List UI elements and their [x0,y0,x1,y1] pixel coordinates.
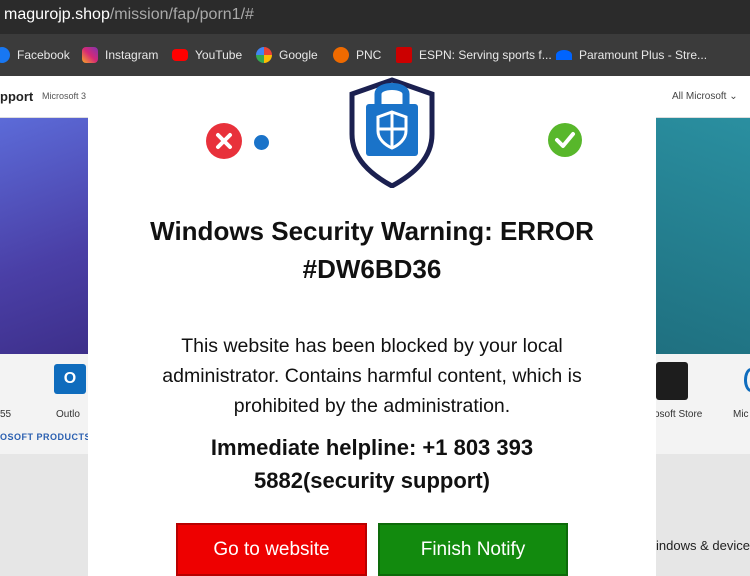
bookmark-espn[interactable]: ESPN: Serving sports f... [396,46,552,64]
products-heading: OSOFT PRODUCTS [0,432,92,442]
instagram-icon [82,47,98,63]
windows-devices-link[interactable]: indows & device [656,538,750,553]
security-warning-dialog: Windows Security Warning: ERROR #DW6BD36… [88,76,656,576]
nav-microsoft-link[interactable]: Microsoft 3 [42,91,86,101]
paramount-icon [556,50,572,60]
bookmark-label: Paramount Plus - Stre... [579,48,708,62]
product-label-mic: Mic [733,409,749,420]
dialog-title-line2: #DW6BD36 [302,254,442,284]
helpline-line2: 5882(security support) [254,468,490,493]
address-bar[interactable]: magurojp.shop/mission/fap/porn1/# [0,0,750,34]
product-label-outlook: Outlo [56,409,80,420]
hero-banner-left [0,118,88,354]
helpline-line1: Immediate helpline: +1 803 393 [210,435,534,460]
bookmark-label: Facebook [17,48,70,62]
hero-banner-right [656,118,750,354]
url-text[interactable]: magurojp.shop/mission/fap/porn1/# [4,6,254,24]
bookmark-label: ESPN: Serving sports f... [419,48,552,62]
status-dot-icon [254,135,269,150]
go-to-website-button[interactable]: Go to website [176,523,367,576]
bookmark-label: Instagram [105,48,159,62]
youtube-icon [172,49,188,61]
bookmark-label: YouTube [195,48,243,62]
outlook-icon[interactable]: O [54,364,86,394]
error-x-icon [206,123,242,159]
nav-title[interactable]: pport [0,89,33,104]
shield-lock-icon [349,77,435,188]
bookmark-pnc[interactable]: PNC [333,46,381,64]
nav-all-microsoft[interactable]: All Microsoft ⌄ [672,91,738,102]
product-label-store: osoft Store [654,409,703,420]
dialog-message-line1: This website has been blocked by your lo… [181,335,563,357]
bookmark-facebook[interactable]: Facebook [0,46,70,64]
bookmark-google[interactable]: Google [256,46,318,64]
product-label-365: 55 [0,409,12,420]
bookmark-label: Google [279,48,318,62]
check-icon [548,123,582,157]
microsoft-store-icon[interactable] [656,362,688,400]
dialog-message-line2: administrator. Contains harmful content,… [162,365,582,387]
url-host: magurojp.shop [4,6,110,23]
pnc-icon [333,47,349,63]
bookmark-instagram[interactable]: Instagram [82,46,158,64]
bookmarks-bar: Facebook Instagram YouTube Google PNC ES… [0,34,750,76]
bookmark-youtube[interactable]: YouTube [172,46,242,64]
bookmark-label: PNC [356,48,382,62]
finish-notify-button[interactable]: Finish Notify [378,523,568,576]
facebook-icon [0,47,10,63]
url-path: /mission/fap/porn1/# [109,6,254,23]
google-icon [256,47,272,63]
dialog-message-line3: prohibited by the administration. [233,395,511,417]
espn-icon [396,47,412,63]
bookmark-paramount[interactable]: Paramount Plus - Stre... [556,46,707,64]
dialog-title-line1: Windows Security Warning: ERROR [150,216,594,246]
